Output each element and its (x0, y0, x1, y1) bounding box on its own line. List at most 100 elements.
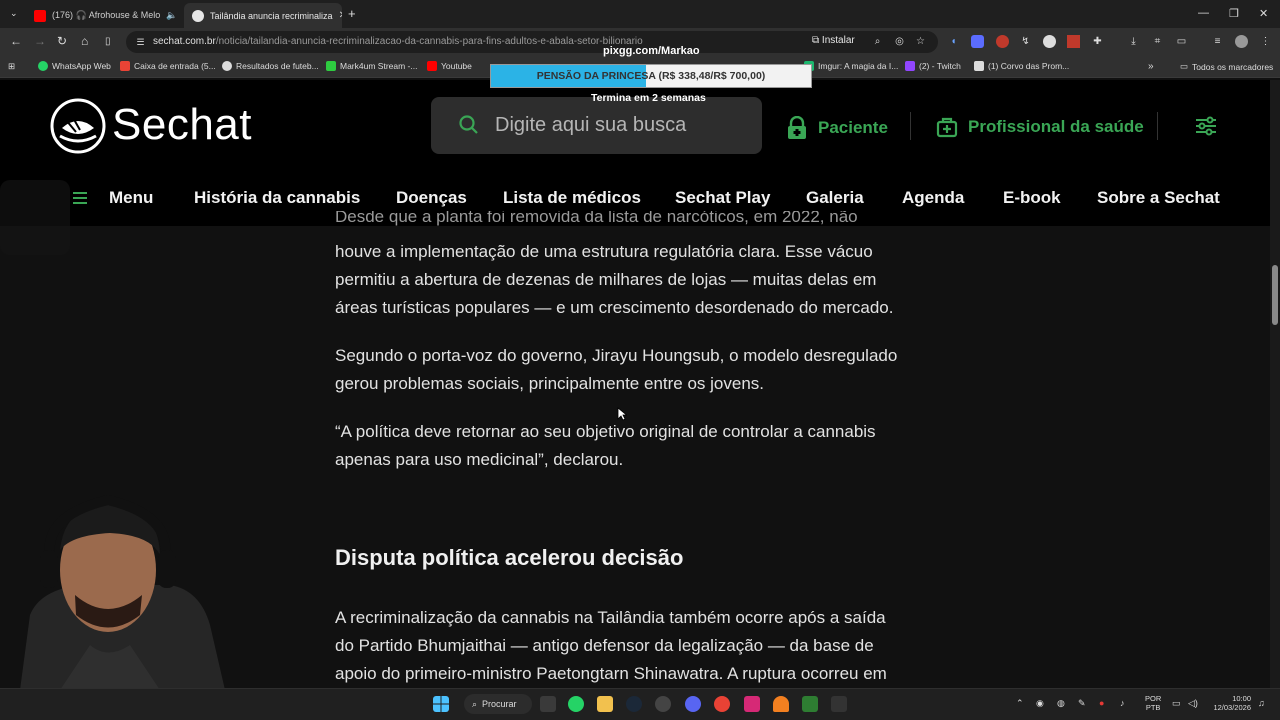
eye-off-icon[interactable]: ◎ (893, 35, 906, 48)
extension-icon[interactable] (971, 35, 984, 48)
tray-app-icon[interactable]: ✎ (1078, 698, 1086, 709)
whatsapp-icon[interactable] (568, 696, 584, 712)
keyboard-language[interactable]: POR PTB (1145, 694, 1161, 712)
all-bookmarks-folder[interactable]: ▭ Todos os marcadores (1180, 61, 1273, 72)
tray-app-icon[interactable]: ◉ (1036, 698, 1044, 709)
task-view-icon[interactable] (540, 696, 556, 712)
cloud-app-icon[interactable] (773, 696, 789, 712)
patient-label: Paciente (818, 118, 888, 137)
side-panel-icon[interactable]: ▯ (105, 36, 111, 47)
professional-label: Profissional da saúde (968, 117, 1144, 136)
search-icon: ⌕ (472, 698, 478, 709)
profile-avatar[interactable] (1235, 35, 1248, 48)
new-tab-button[interactable]: + (348, 6, 356, 21)
app-icon[interactable] (831, 696, 847, 712)
obs-icon[interactable] (655, 696, 671, 712)
bookmark-star-icon[interactable]: ☆ (914, 35, 927, 48)
nav-item-ebook[interactable]: E-book (1003, 188, 1061, 208)
discord-icon[interactable] (685, 696, 701, 712)
page-scrollbar[interactable] (1270, 80, 1280, 688)
restore-icon[interactable]: ❐ (1229, 7, 1239, 20)
taskbar-clock[interactable]: 10:00 12/03/2026 (1205, 694, 1251, 712)
bookmark-item[interactable]: WhatsApp Web (38, 61, 111, 71)
nav-item-sobre[interactable]: Sobre a Sechat (1097, 188, 1220, 208)
sechat-logo-icon[interactable] (50, 98, 106, 154)
nav-menu[interactable]: Menu (109, 188, 153, 208)
volume-icon[interactable]: ◁) (1188, 698, 1198, 709)
article-subheading: Disputa política acelerou decisão (335, 545, 684, 570)
bookmark-item[interactable]: (1) Corvo das Prom... (974, 61, 1069, 71)
patient-link[interactable]: Paciente (786, 116, 888, 140)
network-icon[interactable]: ▭ (1172, 698, 1181, 709)
tab-search-chevron-icon[interactable]: ⌄ (10, 8, 18, 19)
tray-app-icon[interactable]: ◍ (1057, 698, 1065, 709)
close-window-icon[interactable]: ✕ (1259, 7, 1268, 20)
folder-icon: ▭ (1180, 61, 1189, 71)
bookmarks-overflow-button[interactable]: » (1148, 61, 1154, 72)
bookmark-item[interactable]: Resultados de futeb... (222, 61, 319, 71)
hamburger-menu-icon[interactable] (73, 192, 87, 204)
more-menu-icon[interactable]: ⋮ (1259, 35, 1272, 48)
nav-item-agenda[interactable]: Agenda (902, 188, 964, 208)
translate-icon[interactable]: ⌗ (1151, 35, 1164, 48)
install-app-button[interactable]: ⧉ Instalar (812, 35, 855, 46)
bookmark-item[interactable]: Youtube (427, 61, 472, 71)
bookmark-item[interactable]: Imgur: A magia da I... (804, 61, 898, 71)
microphone-icon[interactable]: ♪ (1120, 698, 1125, 708)
extension-icon[interactable] (996, 35, 1009, 48)
nav-item-galeria[interactable]: Galeria (806, 188, 864, 208)
search-icon[interactable] (458, 114, 480, 136)
bookmark-label: Youtube (441, 61, 472, 71)
windows-start-icon[interactable] (433, 696, 449, 712)
instagram-icon[interactable] (744, 696, 760, 712)
site-info-icon[interactable]: ☰ (134, 36, 147, 49)
zoom-icon[interactable]: ⌕ (871, 35, 884, 48)
minimize-icon[interactable]: — (1198, 7, 1209, 19)
settings-sliders-icon[interactable] (1195, 116, 1217, 136)
download-icon[interactable]: ⤓ (1127, 35, 1140, 48)
app-icon[interactable] (802, 696, 818, 712)
paragraph-line: A recriminalização da cannabis na Tailân… (335, 608, 886, 627)
bookmark-label: Todos os marcadores (1192, 61, 1274, 72)
site-logo-text[interactable]: Sechat (112, 100, 252, 150)
professional-link[interactable]: Profissional da saúde (936, 116, 1144, 138)
back-icon[interactable]: ← (10, 34, 22, 48)
taskbar-search[interactable]: ⌕ Procurar (464, 694, 532, 714)
home-icon[interactable]: ⌂ (81, 34, 88, 48)
speaker-icon[interactable]: 🔈 (166, 10, 177, 21)
extension-icon[interactable]: ◖ (947, 35, 960, 48)
extension-icon[interactable] (1067, 35, 1080, 48)
paragraph-line: houve a implementação de uma estrutura r… (335, 242, 873, 261)
url-text[interactable]: sechat.com.br/noticia/tailandia-anuncia-… (153, 36, 643, 47)
extensions-puzzle-icon[interactable]: ✚ (1091, 35, 1104, 48)
tab-label: (176) 🎧 Afrohouse & Melo (52, 10, 161, 20)
close-tab-icon[interactable]: ✕ (339, 10, 342, 21)
apps-grid-icon[interactable]: ⊞ (8, 61, 15, 72)
scrollbar-thumb[interactable] (1272, 265, 1278, 325)
bookmark-item[interactable]: Mark4um Stream -... (326, 61, 417, 71)
steam-icon[interactable] (626, 696, 642, 712)
extension-icon[interactable]: ↯ (1019, 35, 1032, 48)
article-paragraph: A recriminalização da cannabis na Tailân… (335, 604, 945, 688)
nav-item-doencas[interactable]: Doenças (396, 188, 467, 208)
notification-bell-icon[interactable]: ♫ (1258, 698, 1265, 708)
bookmark-item[interactable]: Caixa de entrada (5... (120, 61, 216, 71)
nav-item-sechat-play[interactable]: Sechat Play (675, 188, 770, 208)
nav-item-historia[interactable]: História da cannabis (194, 188, 360, 208)
header-divider (910, 112, 911, 140)
tray-overflow-icon[interactable]: ⌃ (1016, 698, 1024, 709)
chrome-icon[interactable] (714, 696, 730, 712)
file-explorer-icon[interactable] (597, 696, 613, 712)
nav-item-medicos[interactable]: Lista de médicos (503, 188, 641, 208)
bookmark-label: Resultados de futeb... (236, 61, 319, 71)
tab-sechat[interactable]: Tailândia anuncia recriminaliza ✕ (184, 3, 342, 28)
bookmark-item[interactable]: (2) - Twitch (905, 61, 961, 71)
reload-icon[interactable]: ↻ (57, 34, 67, 48)
tab-youtube[interactable]: (176) 🎧 Afrohouse & Melo 🔈 ✕ (26, 3, 182, 28)
cast-icon[interactable]: ▭ (1175, 35, 1188, 48)
tray-record-icon[interactable]: ● (1099, 698, 1104, 708)
forward-icon[interactable]: → (34, 34, 46, 48)
reading-list-icon[interactable]: ≡ (1211, 35, 1224, 48)
extension-icon[interactable] (1043, 35, 1056, 48)
x-icon (974, 61, 984, 71)
